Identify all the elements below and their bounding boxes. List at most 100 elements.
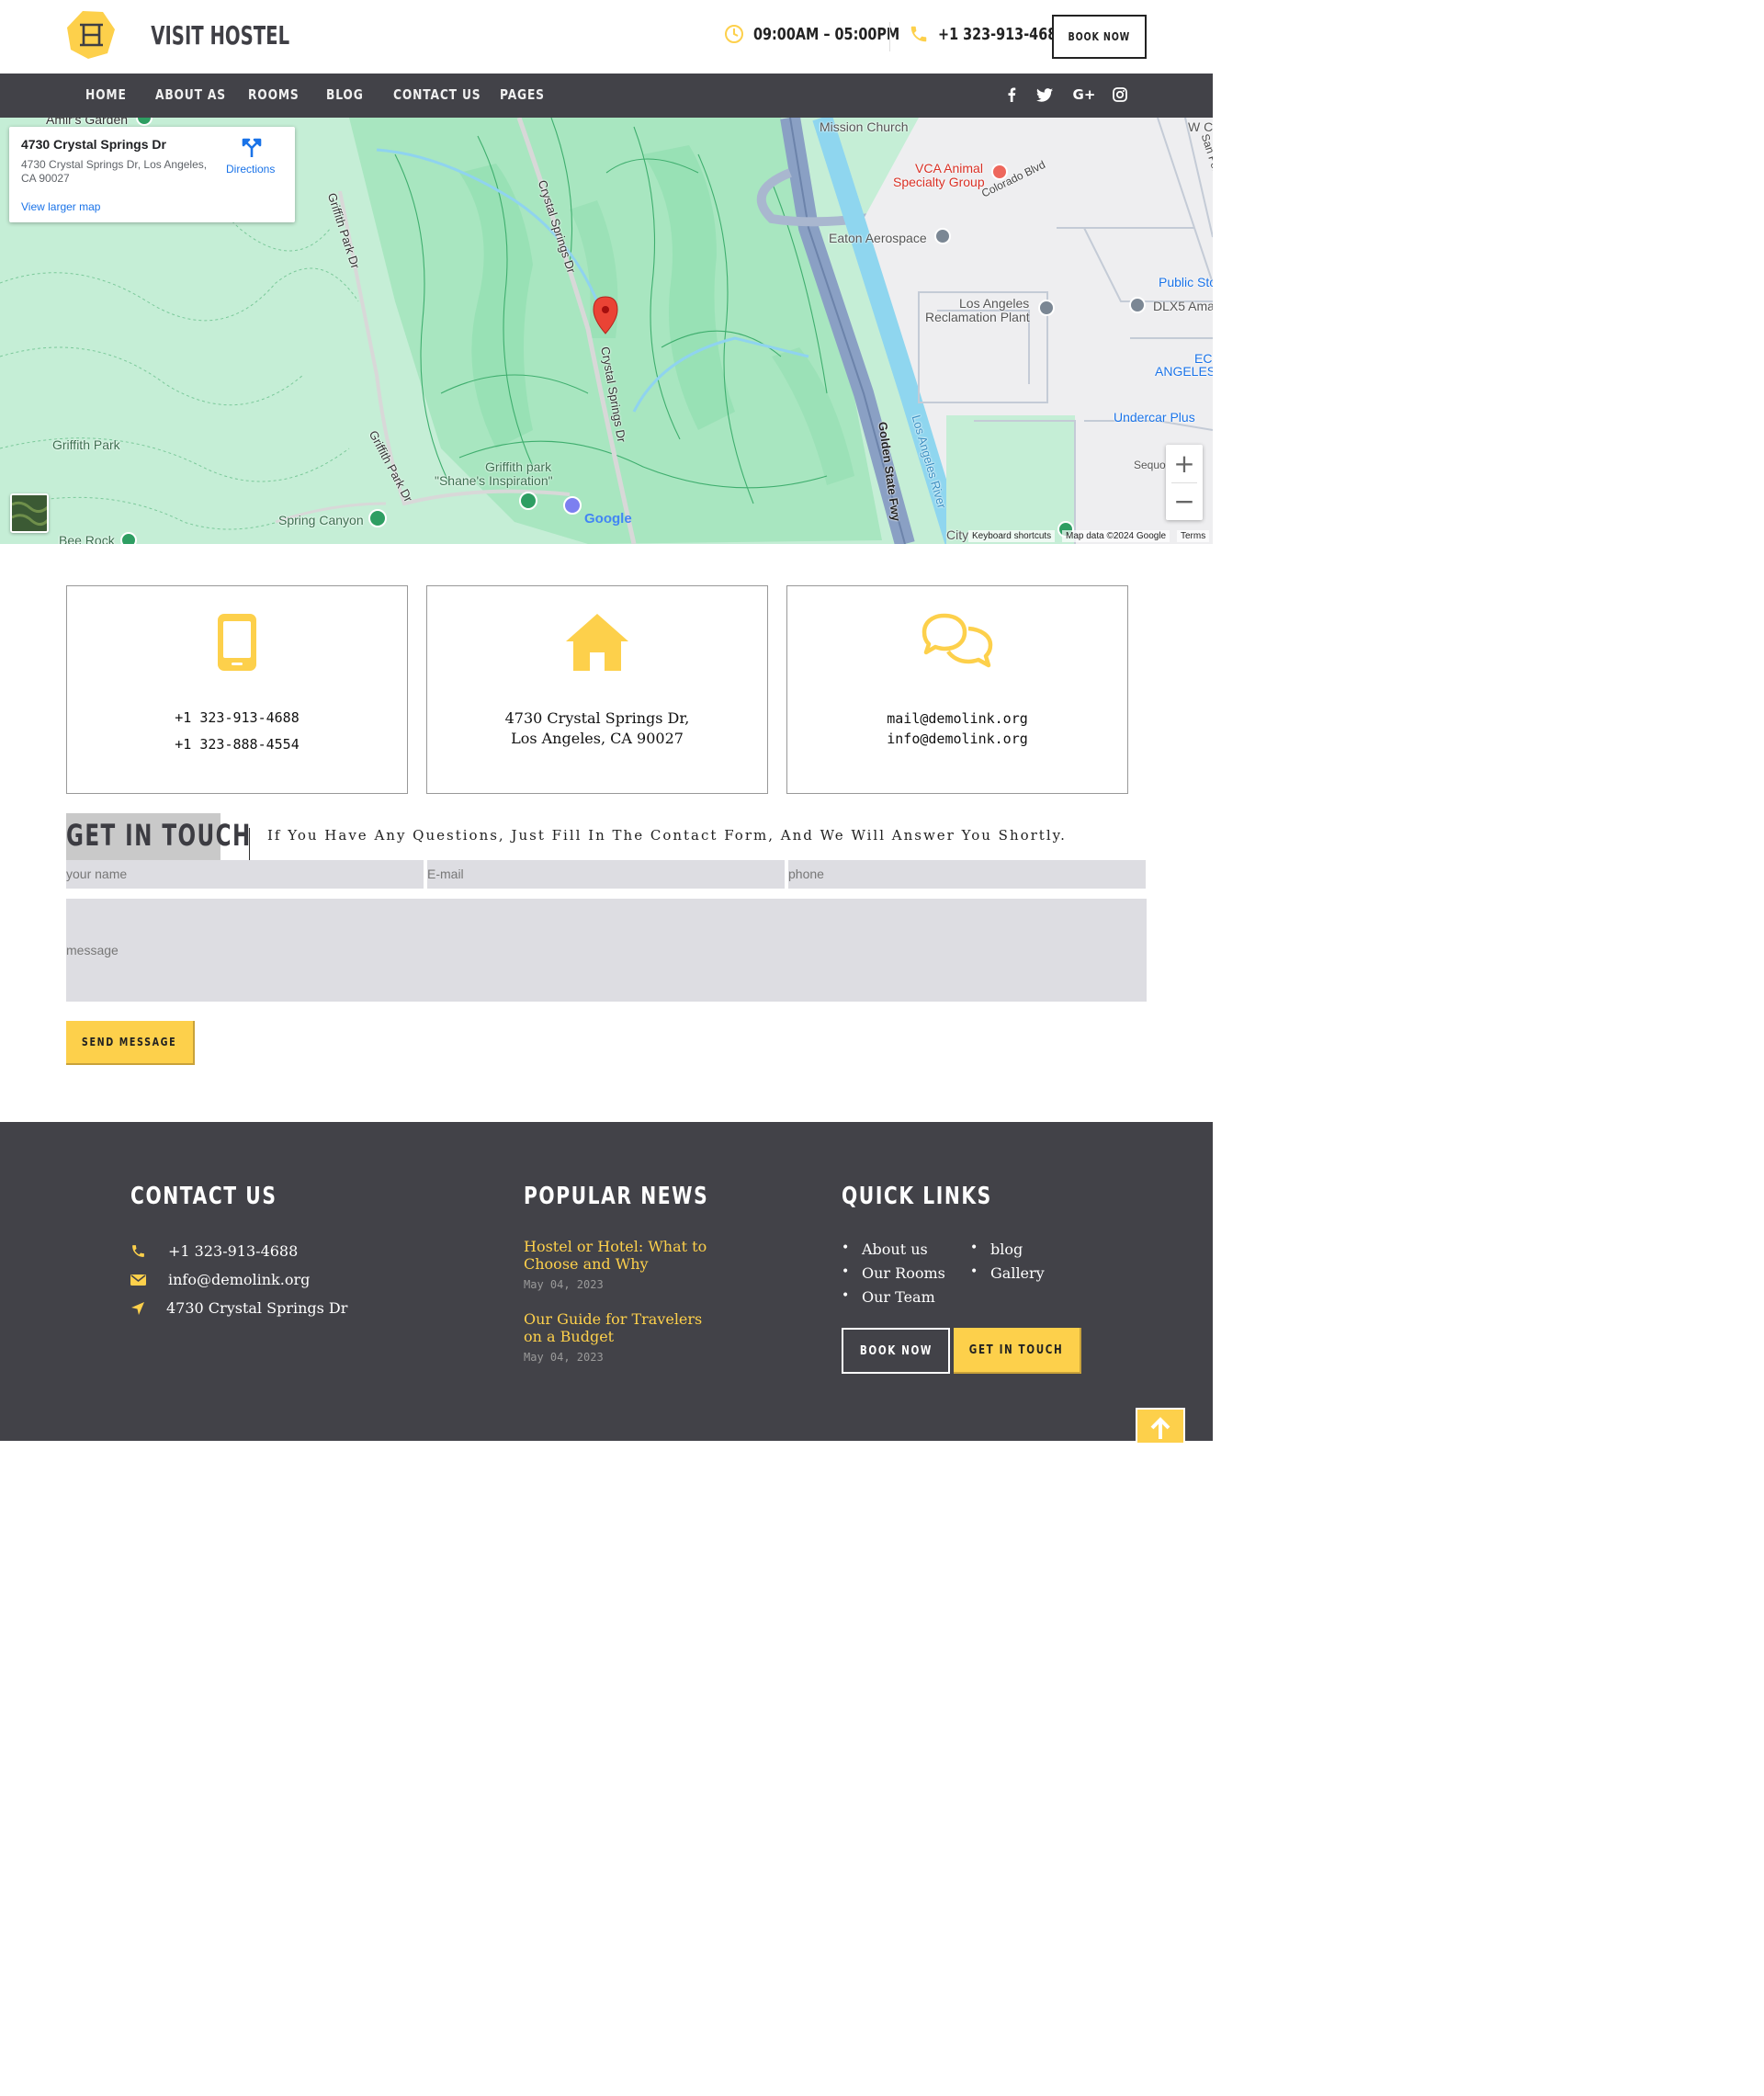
footer-phone-text: +1 323-913-4688 xyxy=(168,1242,299,1260)
map-info-card: 4730 Crystal Springs Dr 4730 Crystal Spr… xyxy=(9,127,295,222)
news-item-date: May 04, 2023 xyxy=(524,1351,604,1364)
phone-icon xyxy=(910,26,927,42)
news-item-title[interactable]: Our Guide for Travelers on a Budget xyxy=(524,1310,717,1345)
phone-line-1[interactable]: +1 323-913-4688 xyxy=(67,709,407,726)
opening-hours: 09:00AM – 05:00PM xyxy=(724,24,936,44)
footer-news-heading: POPULAR NEWS xyxy=(524,1183,709,1210)
send-message-label: SEND MESSAGE xyxy=(82,1036,177,1048)
map-card-title: 4730 Crystal Springs Dr xyxy=(21,137,166,152)
directions-link[interactable]: Directions xyxy=(226,163,275,176)
name-input[interactable]: your name xyxy=(66,860,424,889)
nav-contact[interactable]: CONTACT US xyxy=(393,86,481,103)
nav-pages[interactable]: PAGES xyxy=(500,86,545,103)
map-label-bee-rock: Bee Rock xyxy=(59,533,115,544)
heading-divider xyxy=(249,828,250,861)
scroll-to-top-button[interactable] xyxy=(1136,1408,1185,1445)
news-item-title[interactable]: Hostel or Hotel: What to Choose and Why xyxy=(524,1238,717,1273)
map-label-mission-church: Mission Church xyxy=(820,119,909,134)
footer-phone[interactable]: +1 323-913-4688 xyxy=(130,1242,298,1260)
map-label-la-reclamation-1: Los Angeles xyxy=(959,296,1030,311)
map-label-eco-2: ANGELES xyxy=(1155,364,1213,379)
logo-text[interactable]: VISIT HOSTEL xyxy=(151,20,289,51)
clock-icon xyxy=(725,25,743,43)
mobile-phone-icon xyxy=(218,614,256,671)
google-logo: Google xyxy=(584,511,632,527)
map-label-amirs-garden: Amir's Garden xyxy=(46,118,129,127)
arrow-up-icon xyxy=(1150,1417,1170,1439)
email-input[interactable]: E-mail xyxy=(427,860,785,889)
nav-about[interactable]: ABOUT AS xyxy=(155,86,226,103)
address-info-box: 4730 Crystal Springs Dr, Los Angeles, CA… xyxy=(426,585,768,794)
footer-email[interactable]: info@demolink.org xyxy=(130,1271,310,1288)
footer-links-heading: QUICK LINKS xyxy=(842,1183,992,1210)
phone-line-2[interactable]: +1 323-888-4554 xyxy=(67,736,407,753)
map-label-city: City xyxy=(946,527,969,542)
quick-link-rooms[interactable]: Our Rooms xyxy=(842,1264,945,1282)
nav-rooms[interactable]: ROOMS xyxy=(248,86,300,103)
map-label-vca-2: Specialty Group xyxy=(893,175,985,189)
email-line-2[interactable]: info@demolink.org xyxy=(787,731,1127,747)
envelope-icon xyxy=(130,1274,146,1286)
address-line-1: 4730 Crystal Springs Dr, xyxy=(504,709,690,727)
zoom-out-button[interactable]: − xyxy=(1166,482,1203,520)
twitter-icon[interactable] xyxy=(1035,85,1055,105)
name-placeholder: your name xyxy=(66,867,128,881)
contact-form-description: If You Have Any Questions, Just Fill In … xyxy=(267,827,1067,844)
footer-book-now-label: BOOK NOW xyxy=(859,1343,933,1358)
site-header: VISIT HOSTEL 09:00AM – 05:00PM +1 323-91… xyxy=(0,0,1213,74)
map-data-credit: Map data ©2024 Google xyxy=(1062,530,1170,542)
facebook-icon[interactable] xyxy=(1001,85,1022,105)
google-plus-icon[interactable]: G+ xyxy=(1072,85,1096,105)
google-logo-text: Google xyxy=(584,511,632,527)
map-label-shanes-2: "Shane's Inspiration" xyxy=(435,473,553,488)
quick-link-team[interactable]: Our Team xyxy=(842,1288,935,1306)
nav-blog[interactable]: BLOG xyxy=(326,86,364,103)
footer-get-in-touch-button[interactable]: GET IN TOUCH xyxy=(954,1328,1081,1374)
get-in-touch-heading-text: GET IN TOUCH xyxy=(66,818,252,853)
quick-link-blog[interactable]: blog xyxy=(970,1241,1023,1258)
map-label-la-reclamation-2: Reclamation Plant xyxy=(925,310,1030,324)
terms-link[interactable]: Terms xyxy=(1177,530,1210,542)
zoom-in-button[interactable]: + xyxy=(1166,445,1203,482)
quick-link-about[interactable]: About us xyxy=(842,1241,928,1258)
footer-book-now-button[interactable]: BOOK NOW xyxy=(842,1328,950,1374)
map-label-dlx5: DLX5 Ama xyxy=(1153,299,1213,313)
phone-input[interactable]: phone xyxy=(788,860,1146,889)
keyboard-shortcuts-link[interactable]: Keyboard shortcuts xyxy=(968,530,1056,542)
phone-text: +1 323-913-4688 xyxy=(938,24,1067,44)
map-label-vca-1: VCA Animal xyxy=(915,161,983,176)
header-divider xyxy=(889,22,890,51)
map-label-shanes-1: Griffith park xyxy=(485,459,552,474)
logo-icon[interactable] xyxy=(66,9,116,61)
phone-info-box: +1 323-913-4688 +1 323-888-4554 xyxy=(66,585,408,794)
address-line-2: Los Angeles, CA 90027 xyxy=(511,730,684,747)
map-label-griffith-park: Griffith Park xyxy=(52,437,120,452)
book-now-button[interactable]: BOOK NOW xyxy=(1052,15,1147,59)
message-textarea[interactable]: message xyxy=(66,899,1147,1002)
footer-address: 4730 Crystal Springs Dr xyxy=(130,1299,347,1317)
directions-icon[interactable] xyxy=(242,138,262,158)
satellite-toggle[interactable] xyxy=(10,493,49,533)
hours-text: 09:00AM – 05:00PM xyxy=(753,24,900,44)
zoom-controls: + − xyxy=(1166,445,1203,520)
map-label-sequoia: Sequo xyxy=(1134,459,1166,471)
get-in-touch-heading: GET IN TOUCH xyxy=(66,813,250,861)
send-message-button[interactable]: SEND MESSAGE xyxy=(66,1021,195,1065)
map-card-address: 4730 Crystal Springs Dr, Los Angeles, CA… xyxy=(21,158,208,185)
nav-home[interactable]: HOME xyxy=(85,86,127,103)
main-nav: HOME ABOUT AS ROOMS BLOG CONTACT US PAGE… xyxy=(0,74,1213,118)
footer-contact-heading: CONTACT US xyxy=(130,1183,277,1210)
footer-email-text: info@demolink.org xyxy=(168,1271,311,1288)
phone-icon xyxy=(132,1245,144,1257)
view-larger-map-link[interactable]: View larger map xyxy=(21,200,100,213)
instagram-icon[interactable] xyxy=(1110,85,1130,105)
footer-address-text: 4730 Crystal Springs Dr xyxy=(166,1299,348,1317)
map-label-eaton-aerospace: Eaton Aerospace xyxy=(829,231,927,245)
map-label-public-sto: Public Sto xyxy=(1159,275,1213,289)
message-placeholder: message xyxy=(66,943,119,957)
book-now-label: BOOK NOW xyxy=(1068,30,1131,43)
quick-link-gallery[interactable]: Gallery xyxy=(970,1264,1045,1282)
location-arrow-icon xyxy=(131,1301,144,1315)
location-map[interactable]: Amir's Garden Mission Church W Co VCA An… xyxy=(0,118,1213,544)
email-line-1[interactable]: mail@demolink.org xyxy=(787,710,1127,727)
